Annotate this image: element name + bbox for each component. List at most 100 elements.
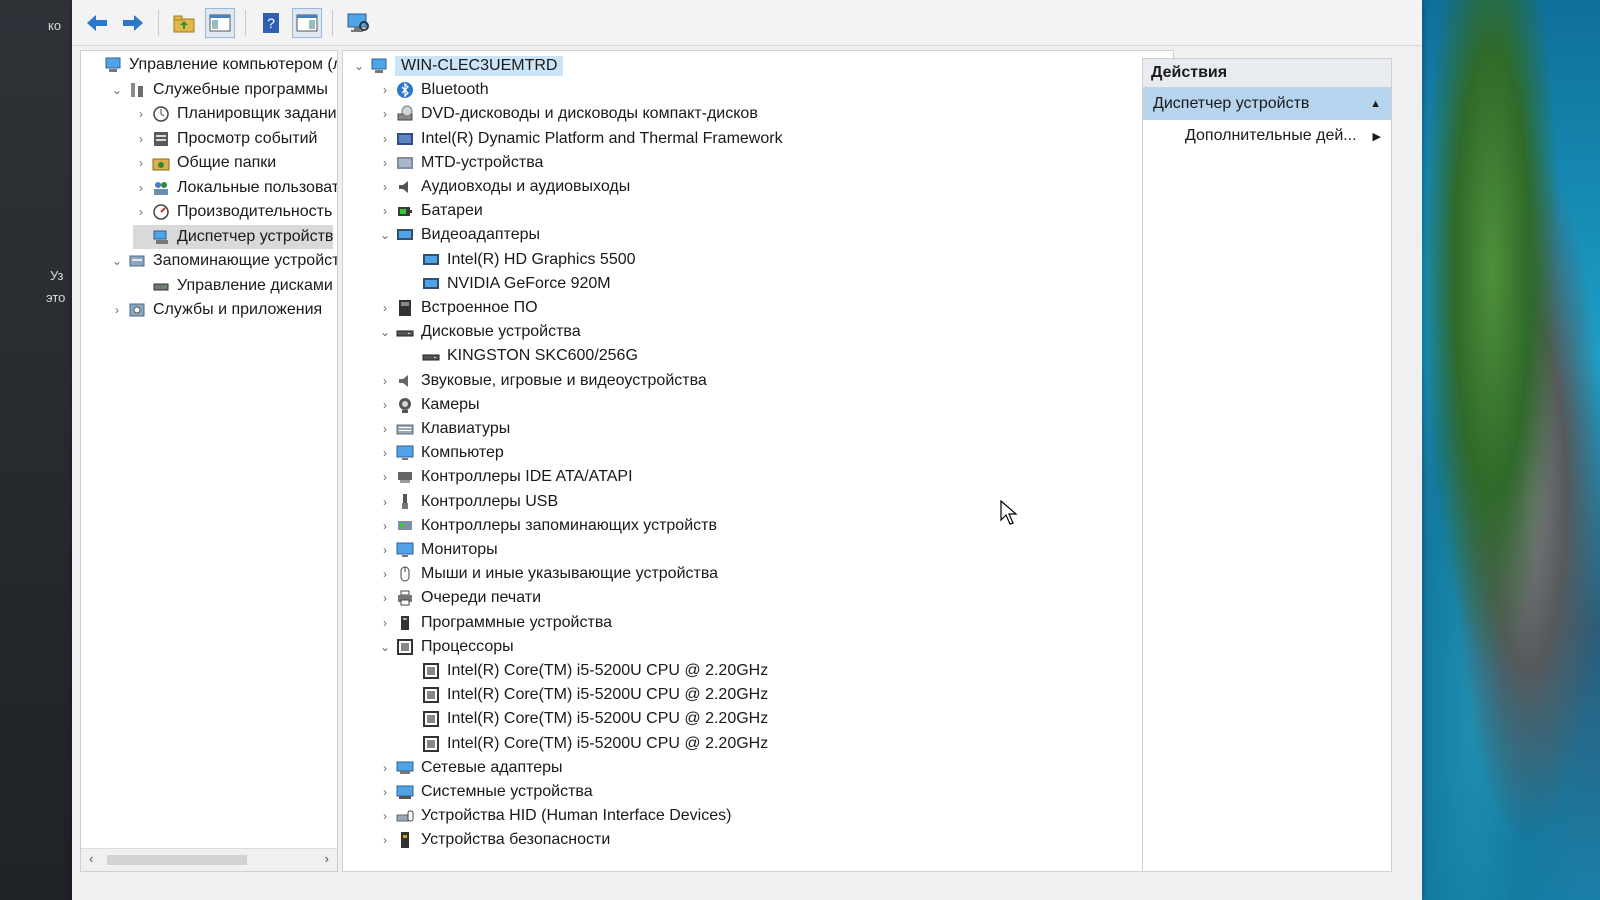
expand-chevron-icon[interactable]: ›: [377, 809, 393, 823]
console-tree-item[interactable]: Управление компьютером (л: [85, 53, 337, 77]
mouse-pointer-icon: [1000, 500, 1018, 525]
collapse-chevron-icon[interactable]: ⌄: [377, 640, 393, 654]
device-category[interactable]: › Батареи: [377, 199, 483, 223]
collapse-chevron-icon[interactable]: ⌄: [351, 59, 367, 73]
device-category[interactable]: ⌄ Видеоадаптеры: [377, 223, 540, 247]
device-category[interactable]: › Звуковые, игровые и видеоустройства: [377, 369, 707, 393]
console-tree-item[interactable]: Управление дисками: [133, 274, 333, 298]
console-tree-item[interactable]: › Планировщик заданий: [133, 102, 337, 126]
expand-chevron-icon[interactable]: ›: [133, 205, 149, 219]
expand-chevron-icon[interactable]: ›: [133, 181, 149, 195]
expand-chevron-icon[interactable]: ›: [377, 132, 393, 146]
forward-button[interactable]: [118, 8, 148, 38]
speaker-icon: [395, 177, 415, 197]
device-item[interactable]: Intel(R) Core(TM) i5-5200U CPU @ 2.20GHz: [403, 683, 768, 707]
actions-section-device-manager[interactable]: Диспетчер устройств ▲: [1143, 88, 1391, 120]
expand-chevron-icon[interactable]: ›: [377, 470, 393, 484]
device-category[interactable]: › Клавиатуры: [377, 417, 510, 441]
device-category[interactable]: › MTD-устройства: [377, 151, 543, 175]
console-tree-item-label: Просмотр событий: [177, 129, 318, 147]
expand-chevron-icon[interactable]: ›: [109, 303, 125, 317]
scroll-right-icon[interactable]: ›: [325, 851, 329, 866]
device-category[interactable]: › Сетевые адаптеры: [377, 756, 563, 780]
expand-chevron-icon[interactable]: ›: [377, 398, 393, 412]
show-hide-action-pane-button[interactable]: [292, 7, 322, 38]
device-category[interactable]: › DVD-дисководы и дисководы компакт-диско…: [377, 102, 758, 126]
expand-chevron-icon[interactable]: ›: [377, 761, 393, 775]
expand-chevron-icon[interactable]: ›: [377, 591, 393, 605]
device-item[interactable]: Intel(R) Core(TM) i5-5200U CPU @ 2.20GHz: [403, 707, 768, 731]
expand-chevron-icon[interactable]: ›: [377, 374, 393, 388]
expand-chevron-icon[interactable]: ›: [377, 785, 393, 799]
console-tree-item[interactable]: › Просмотр событий: [133, 127, 317, 151]
more-actions-item[interactable]: Дополнительные дей... ▶: [1143, 120, 1391, 152]
device-category[interactable]: › Программные устройства: [377, 611, 612, 635]
device-category[interactable]: › Intel(R) Dynamic Platform and Thermal F…: [377, 127, 783, 151]
expand-chevron-icon[interactable]: ›: [377, 833, 393, 847]
device-category[interactable]: › Контроллеры USB: [377, 490, 558, 514]
expand-chevron-icon[interactable]: ›: [377, 83, 393, 97]
collapse-up-icon[interactable]: ▲: [1370, 98, 1381, 110]
expand-chevron-icon[interactable]: ›: [377, 422, 393, 436]
expand-chevron-icon[interactable]: ›: [377, 301, 393, 315]
expand-chevron-icon[interactable]: ›: [377, 543, 393, 557]
device-category[interactable]: › Контроллеры запоминающих устройств: [377, 514, 717, 538]
expand-chevron-icon[interactable]: ›: [377, 495, 393, 509]
device-label: Встроенное ПО: [421, 299, 538, 316]
console-tree-item[interactable]: › Локальные пользовате: [133, 176, 337, 200]
back-button[interactable]: [82, 8, 112, 38]
expand-chevron-icon[interactable]: ›: [377, 180, 393, 194]
expand-chevron-icon[interactable]: ›: [377, 107, 393, 121]
collapse-chevron-icon[interactable]: ⌄: [377, 325, 393, 339]
expand-chevron-icon[interactable]: ›: [377, 204, 393, 218]
device-category[interactable]: › Устройства безопасности: [377, 828, 610, 852]
expand-chevron-icon[interactable]: ›: [377, 446, 393, 460]
device-item[interactable]: Intel(R) HD Graphics 5500: [403, 248, 636, 272]
up-folder-button[interactable]: [169, 8, 199, 38]
collapse-chevron-icon[interactable]: ⌄: [109, 254, 125, 268]
expand-chevron-icon[interactable]: ›: [133, 107, 149, 121]
device-category[interactable]: › Контроллеры IDE ATA/ATAPI: [377, 465, 633, 489]
device-category[interactable]: › Мыши и иные указывающие устройства: [377, 562, 718, 586]
device-category[interactable]: › Bluetooth: [377, 78, 489, 102]
collapse-chevron-icon[interactable]: ⌄: [377, 228, 393, 242]
device-label: Батареи: [421, 202, 483, 220]
device-tree-root[interactable]: ⌄ WIN-CLEC3UEMTRD: [351, 54, 564, 78]
console-tree-item[interactable]: ⌄ Служебные программы: [109, 78, 328, 102]
expand-chevron-icon[interactable]: ›: [377, 519, 393, 533]
device-category[interactable]: › Очереди печати: [377, 586, 541, 610]
scan-hardware-button[interactable]: [343, 8, 373, 38]
device-category[interactable]: › Аудиовходы и аудиовыходы: [377, 175, 630, 199]
device-label: Процессоры: [421, 637, 514, 655]
help-button[interactable]: ?: [256, 8, 286, 38]
device-item[interactable]: KINGSTON SKC600/256G: [403, 344, 638, 368]
scrollbar-thumb[interactable]: [107, 855, 247, 865]
horizontal-scrollbar[interactable]: ‹ ›: [81, 848, 337, 871]
expand-chevron-icon[interactable]: ›: [133, 132, 149, 146]
device-category[interactable]: › Камеры: [377, 393, 480, 417]
device-item[interactable]: NVIDIA GeForce 920M: [403, 272, 611, 296]
expand-chevron-icon[interactable]: ›: [377, 616, 393, 630]
device-category[interactable]: › Встроенное ПО: [377, 296, 538, 320]
expand-chevron-icon[interactable]: ›: [377, 567, 393, 581]
device-category[interactable]: › Мониторы: [377, 538, 498, 562]
console-tree-item[interactable]: › Службы и приложения: [109, 298, 322, 322]
device-item[interactable]: Intel(R) Core(TM) i5-5200U CPU @ 2.20GHz: [403, 659, 768, 683]
battery-icon: [395, 201, 415, 221]
expand-chevron-icon[interactable]: ›: [133, 156, 149, 170]
console-tree-item[interactable]: › Общие папки: [133, 151, 276, 175]
device-category[interactable]: ⌄ Процессоры: [377, 635, 514, 659]
collapse-chevron-icon[interactable]: ⌄: [109, 83, 125, 97]
scroll-left-icon[interactable]: ‹: [89, 851, 93, 866]
expand-chevron-icon[interactable]: ›: [377, 156, 393, 170]
console-tree-item[interactable]: ⌄ Запоминающие устройст: [109, 249, 337, 273]
show-hide-console-tree-button[interactable]: [205, 7, 235, 38]
console-tree-item[interactable]: › Производительность: [133, 200, 332, 224]
device-category[interactable]: › Компьютер: [377, 441, 504, 465]
device-item[interactable]: Intel(R) Core(TM) i5-5200U CPU @ 2.20GHz: [403, 732, 768, 756]
console-tree-item[interactable]: Диспетчер устройств: [133, 224, 334, 249]
network-adapter-icon: [395, 758, 415, 778]
device-category[interactable]: ⌄ Дисковые устройства: [377, 320, 581, 344]
device-category[interactable]: › Устройства HID (Human Interface Devices…: [377, 804, 731, 828]
device-category[interactable]: › Системные устройства: [377, 780, 593, 804]
